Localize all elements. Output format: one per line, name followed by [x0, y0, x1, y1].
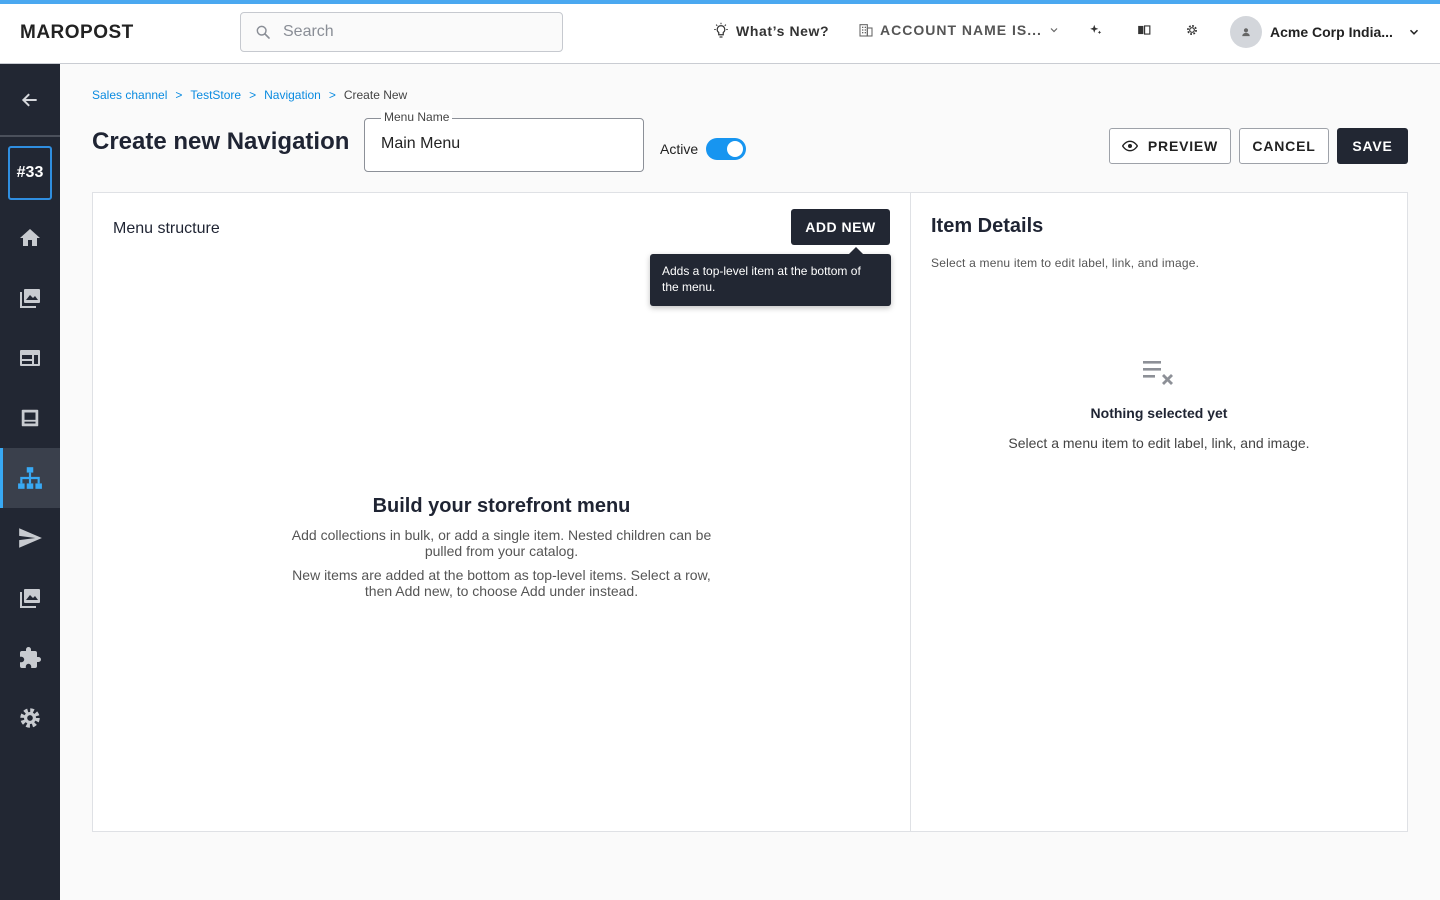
empty-state-text-2: New items are added at the bottom as top… [292, 567, 711, 599]
account-selector[interactable]: ACCOUNT NAME IS... [858, 22, 1060, 38]
nothing-selected-text: Select a menu item to edit label, link, … [1008, 435, 1310, 451]
gear-icon[interactable] [1184, 22, 1200, 38]
search-icon [256, 25, 270, 39]
breadcrumb-separator: > [249, 88, 257, 102]
building-icon [859, 24, 873, 37]
add-new-tooltip: Adds a top-level item at the bottom of t… [650, 247, 891, 306]
empty-state-title: Build your storefront menu [372, 495, 631, 517]
menu-name-field[interactable]: Menu Name [364, 110, 644, 172]
clear-list-icon [1143, 359, 1175, 394]
eye-icon [1121, 140, 1138, 152]
add-new-button[interactable]: ADD NEW [791, 209, 890, 245]
menu-name-label: Menu Name [381, 110, 453, 124]
send-icon [19, 528, 42, 548]
item-details-title: Item Details [931, 215, 1044, 237]
maropost-logo[interactable]: MAROPOST [20, 22, 134, 44]
home-icon [20, 229, 40, 246]
back-arrow-button[interactable] [0, 70, 60, 130]
breadcrumb: Sales channel > TestStore > Navigation >… [92, 88, 407, 102]
web-icon [20, 350, 40, 366]
active-label: Active [660, 141, 699, 157]
menu-name-input[interactable] [381, 135, 621, 153]
sparkle-icon[interactable] [1088, 22, 1104, 38]
sidebar-item-extensions[interactable] [0, 628, 60, 688]
lightbulb-icon [714, 22, 728, 38]
whats-new-label: What’s New? [736, 23, 830, 39]
sidebar-item-web[interactable] [0, 328, 60, 388]
empty-state-text-1: Add collections in bulk, or add a single… [291, 527, 712, 559]
gallery-icon [20, 289, 40, 308]
sidebar-item-send[interactable] [0, 508, 60, 568]
breadcrumb-separator: > [328, 88, 336, 102]
settings-icon [20, 708, 40, 728]
top-bar: MAROPOST What’s New? ACCOUNT NAME IS... … [0, 4, 1440, 64]
toggle-knob [727, 141, 743, 157]
sidebar-item-settings[interactable] [0, 688, 60, 748]
sidebar-item-home[interactable] [0, 208, 60, 268]
active-toggle[interactable] [706, 138, 746, 160]
page-title: Create new Navigation [92, 128, 350, 155]
sitemap-icon [18, 467, 42, 489]
breadcrumb-navigation[interactable]: Navigation [264, 88, 321, 102]
breadcrumb-separator: > [175, 88, 183, 102]
store-badge[interactable]: #33 [8, 146, 52, 200]
account-name: ACCOUNT NAME IS... [880, 22, 1042, 38]
user-icon [1242, 28, 1250, 37]
search-box[interactable] [240, 12, 563, 52]
sidebar-item-media[interactable] [0, 568, 60, 628]
image-icon [20, 589, 40, 608]
item-details-panel: Item Details Select a menu item to edit … [910, 192, 1408, 832]
arrow-left-icon [21, 93, 37, 107]
sidebar-divider [0, 135, 60, 137]
item-details-subtitle: Select a menu item to edit label, link, … [931, 256, 1200, 270]
user-name: Acme Corp India... [1270, 24, 1393, 40]
nothing-selected-title: Nothing selected yet [1090, 405, 1228, 421]
chevron-down-icon [1050, 28, 1058, 33]
list-icon [21, 409, 39, 427]
breadcrumb-current: Create New [343, 88, 408, 102]
breadcrumb-teststore[interactable]: TestStore [190, 88, 241, 102]
whats-new-button[interactable]: What’s New? [712, 22, 829, 40]
avatar [1230, 16, 1262, 48]
sidebar-item-gallery[interactable] [0, 268, 60, 328]
extension-icon [20, 647, 41, 668]
chevron-down-icon [1409, 29, 1418, 35]
sidebar: #33 [0, 64, 60, 900]
sidebar-item-navigation[interactable] [0, 448, 60, 508]
book-icon[interactable] [1136, 22, 1152, 38]
cancel-button[interactable]: CANCEL [1239, 128, 1329, 164]
search-input[interactable] [283, 23, 523, 41]
sidebar-item-list[interactable] [0, 388, 60, 448]
save-button[interactable]: SAVE [1337, 128, 1408, 164]
user-menu[interactable]: Acme Corp India... [1230, 16, 1421, 48]
menu-structure-panel: Menu structure ADD NEW Adds a top-level … [92, 192, 911, 832]
menu-structure-title: Menu structure [113, 220, 220, 237]
preview-button[interactable]: PREVIEW [1109, 128, 1231, 164]
breadcrumb-sales-channel[interactable]: Sales channel [92, 88, 167, 102]
preview-label: PREVIEW [1147, 138, 1219, 154]
